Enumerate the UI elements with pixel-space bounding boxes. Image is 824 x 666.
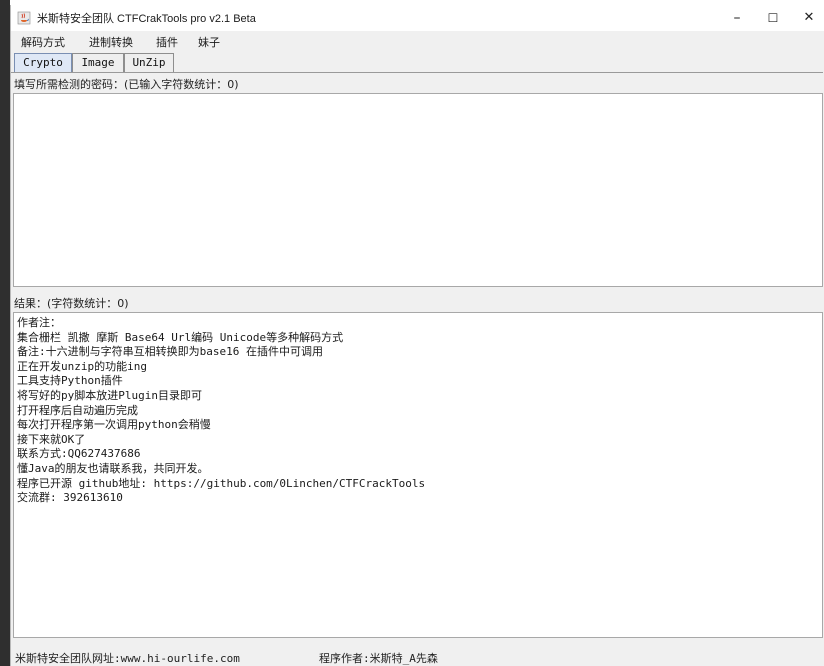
result-line: 集合栅栏 凯撒 摩斯 Base64 Url编码 Unicode等多种解码方式 [17,330,344,344]
tab-crypto[interactable]: Crypto [14,53,72,72]
status-bar: 米斯特安全团队网址:www.hi-ourlife.com 程序作者:米斯特_A先… [11,645,824,666]
split-pane-divider[interactable] [11,288,823,295]
maximize-button[interactable]: ☐ [753,5,793,31]
result-line: 作者注： [17,316,61,329]
result-line: 交流群: 392613610 [17,491,123,505]
result-line: 懂Java的朋友也请联系我，共同开发。 [17,461,209,475]
menu-decode-method[interactable]: 解码方式 [21,34,65,50]
result-line: 正在开发unzip的功能ing [17,359,147,373]
result-line: 工具支持Python插件 [17,374,123,388]
input-label: 填写所需检测的密码：(已输入字符数统计：0) [14,78,239,91]
result-line: 接下来就OK了 [17,432,86,446]
result-line: 备注:十六进制与字符串互相转换即为base16 在插件中可调用 [17,345,323,359]
result-line: 联系方式:QQ627437686 [17,447,141,461]
program-author: 程序作者:米斯特_A先森 [319,652,438,665]
result-line: 打开程序后自动遍历完成 [17,403,138,417]
title-bar[interactable]: 米斯特安全团队 CTFCrakTools pro v2.1 Beta – ☐ ✕ [11,5,824,31]
result-output[interactable]: 作者注： 集合栅栏 凯撒 摩斯 Base64 Url编码 Unicode等多种解… [13,312,823,638]
tab-image[interactable]: Image [72,53,124,72]
close-button[interactable]: ✕ [789,5,824,31]
menu-plugins[interactable]: 插件 [156,34,178,50]
tab-strip: Crypto Image UnZip [11,53,824,73]
result-line: 将写好的py脚本放进Plugin目录即可 [17,388,202,402]
result-line: 程序已开源 github地址: https://github.com/0Linc… [17,476,426,490]
team-website: 米斯特安全团队网址:www.hi-ourlife.com [15,652,240,665]
tab-unzip[interactable]: UnZip [124,53,174,72]
tab-content-border [11,72,823,73]
minimize-button[interactable]: – [717,5,757,31]
desktop-edge [0,0,10,666]
menu-base-conversion[interactable]: 进制转换 [89,34,133,50]
app-window: 米斯特安全团队 CTFCrakTools pro v2.1 Beta – ☐ ✕… [10,5,824,666]
result-line: 每次打开程序第一次调用python会稍慢 [17,418,211,432]
cipher-input[interactable] [13,93,823,287]
menu-girls[interactable]: 妹子 [198,34,220,50]
menu-bar: 解码方式 进制转换 插件 妹子 [11,31,824,52]
window-title: 米斯特安全团队 CTFCrakTools pro v2.1 Beta [37,13,256,25]
result-label: 结果：(字符数统计：0) [14,297,129,310]
java-cup-icon [17,11,31,25]
result-text: 作者注： 集合栅栏 凯撒 摩斯 Base64 Url编码 Unicode等多种解… [17,316,425,506]
